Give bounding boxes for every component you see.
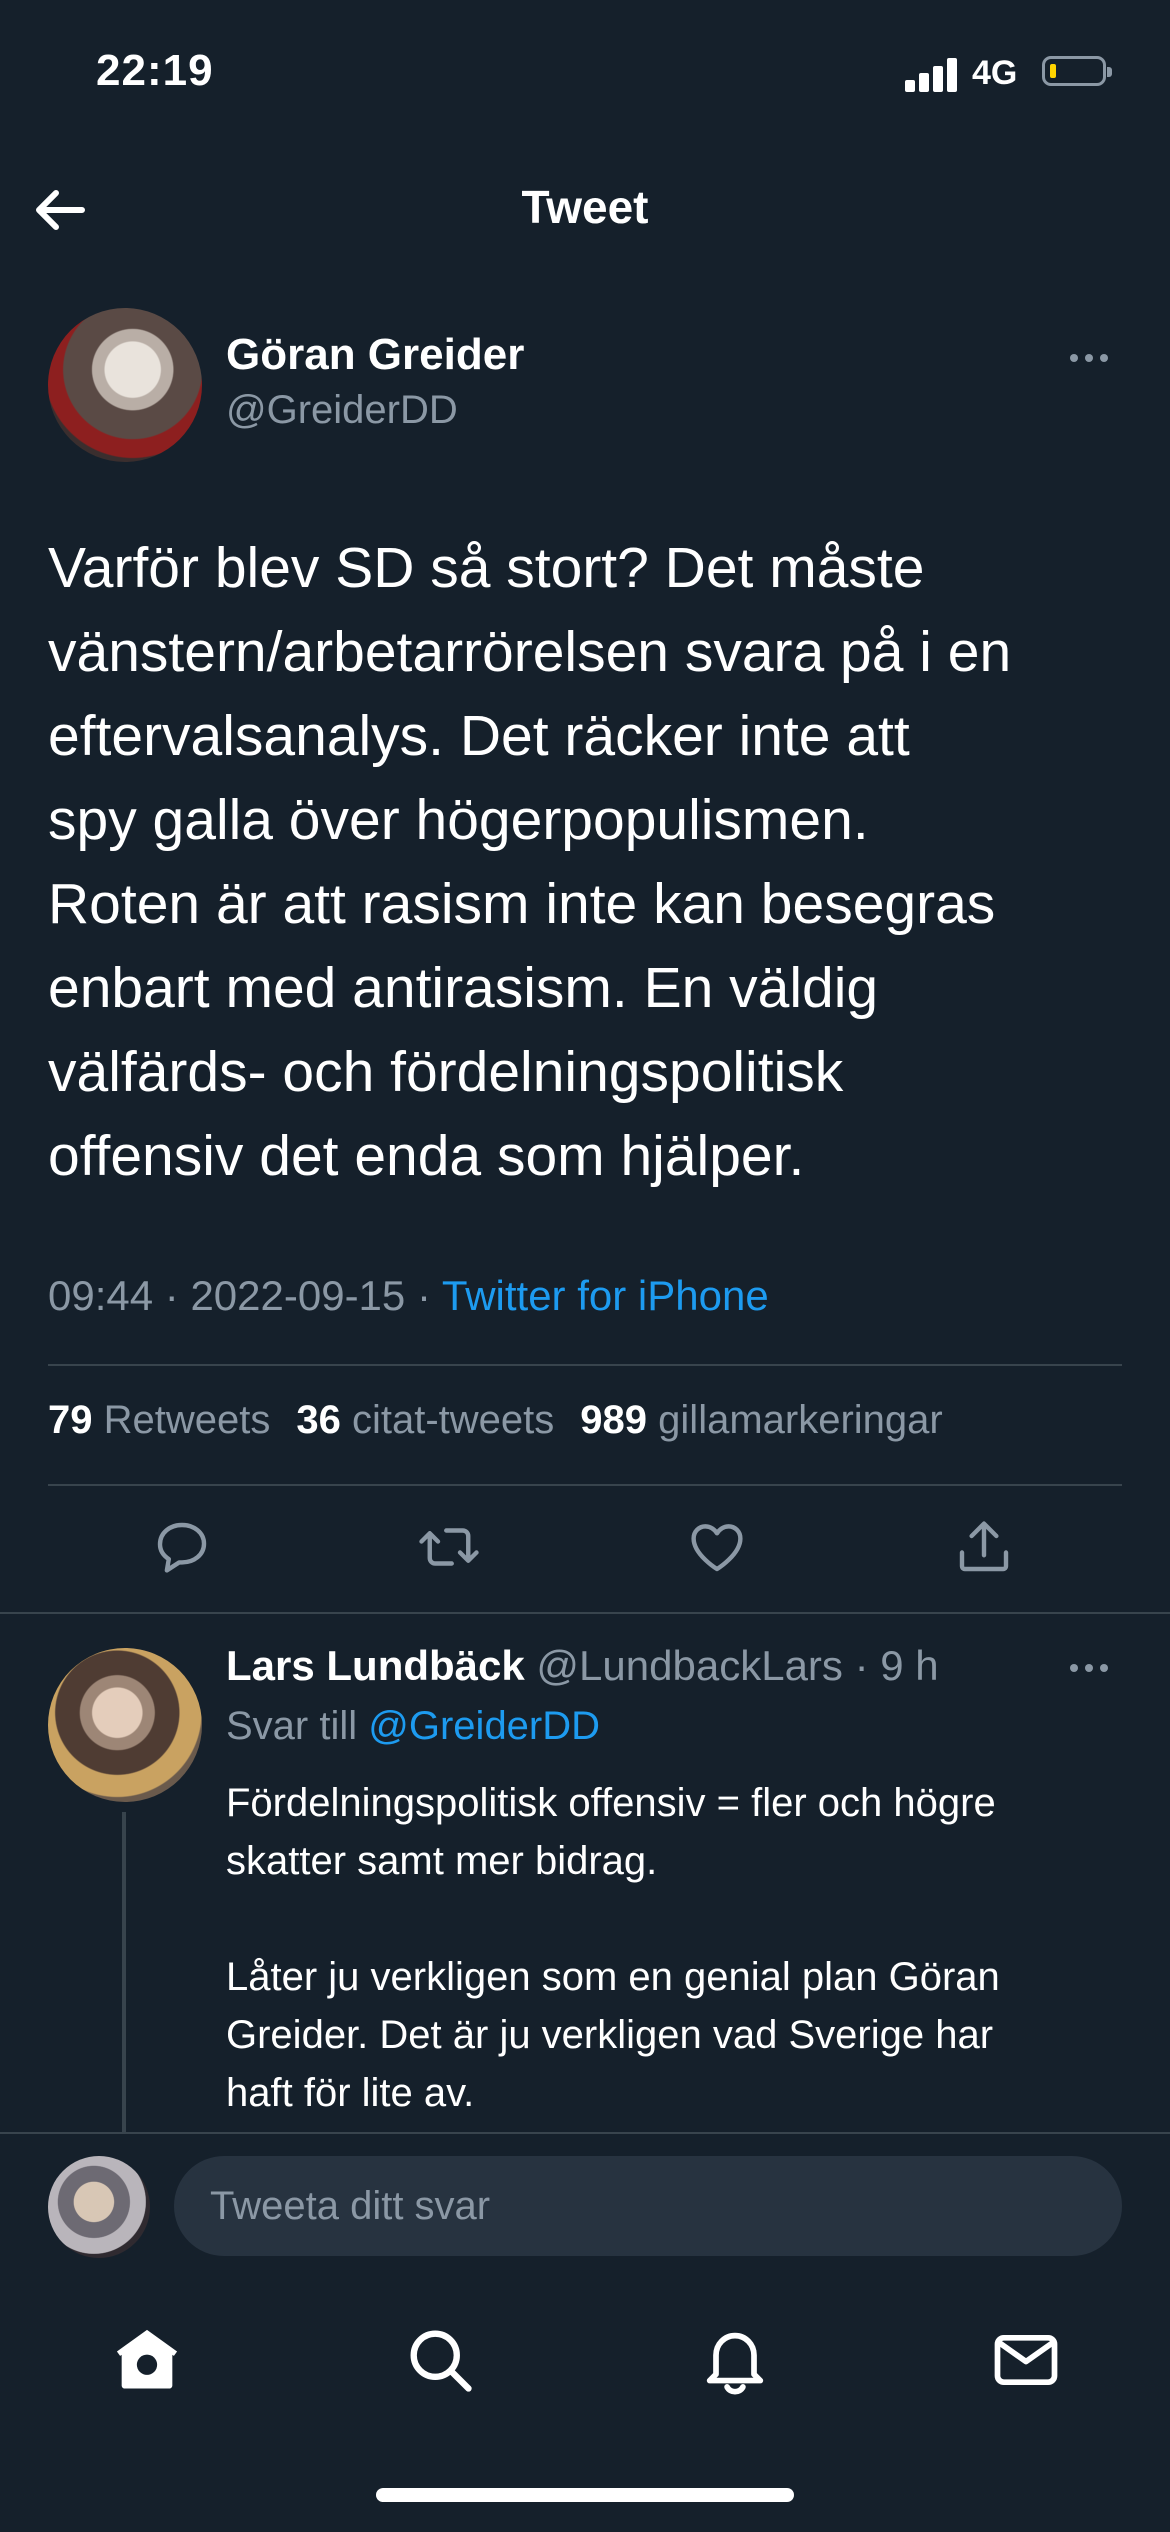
- reply-text: Fördelningspolitisk offensiv = fler och …: [226, 1781, 1000, 2115]
- quotes-stat[interactable]: 36 citat-tweets: [296, 1398, 554, 1442]
- reply-author-handle[interactable]: @LundbackLars: [536, 1642, 843, 1689]
- tweet-text: Varför blev SD så stort? Det måste vänst…: [48, 536, 1012, 1188]
- battery-icon: [1042, 56, 1112, 86]
- tweet-time: 09:44: [48, 1272, 154, 1319]
- home-icon: [116, 2329, 178, 2389]
- reply-input[interactable]: [174, 2156, 1122, 2256]
- tweet-more-button[interactable]: [1070, 338, 1120, 378]
- my-avatar[interactable]: [48, 2156, 150, 2258]
- more-icon: [1070, 1648, 1120, 1688]
- share-button[interactable]: [951, 1514, 1017, 1580]
- status-bar: 22:19 4G: [0, 0, 1170, 150]
- notifications-icon: [706, 2332, 764, 2395]
- reply-to-line: Svar till @GreiderDD: [226, 1704, 600, 1749]
- reply-to-mention[interactable]: @GreiderDD: [368, 1704, 600, 1748]
- author-name[interactable]: Göran Greider: [226, 330, 524, 380]
- reply-author-avatar[interactable]: [48, 1648, 202, 1802]
- network-type: 4G: [972, 54, 1018, 92]
- retweet-button[interactable]: [416, 1514, 482, 1580]
- home-indicator[interactable]: [376, 2488, 794, 2502]
- nav-header: Tweet: [0, 150, 1170, 265]
- reply-button[interactable]: [149, 1514, 215, 1580]
- status-time: 22:19: [96, 46, 214, 95]
- retweets-count: 79: [48, 1398, 93, 1442]
- tweet-date: 2022-09-15: [190, 1272, 406, 1319]
- tab-search[interactable]: [402, 2322, 478, 2398]
- page-title: Tweet: [521, 181, 649, 233]
- messages-icon: [994, 2334, 1058, 2386]
- retweets-label: Retweets: [103, 1398, 271, 1442]
- likes-label: gillamarkeringar: [658, 1398, 943, 1442]
- like-icon: [691, 1524, 743, 1572]
- likes-stat[interactable]: 989 gillamarkeringar: [580, 1398, 942, 1442]
- tweet-source-link[interactable]: Twitter for iPhone: [442, 1272, 769, 1319]
- tweet-meta: 09:44 · 2022-09-15 · Twitter for iPhone: [48, 1272, 769, 1319]
- reply-more-button[interactable]: [1070, 1648, 1120, 1688]
- author-avatar[interactable]: [48, 308, 202, 462]
- tweet-actions: [0, 1514, 1170, 1584]
- tweet-stats: 79 Retweets 36 citat-tweets 989 gillamarke…: [48, 1398, 943, 1443]
- likes-count: 989: [580, 1398, 648, 1442]
- compose-bar: [0, 2132, 1170, 2274]
- tab-messages[interactable]: [988, 2322, 1064, 2398]
- divider: [48, 1484, 1122, 1486]
- divider: [48, 1364, 1122, 1366]
- retweet-icon: [419, 1528, 479, 1566]
- divider: [0, 1612, 1170, 1614]
- reply-to-prefix: Svar till: [226, 1704, 358, 1748]
- quotes-count: 36: [296, 1398, 341, 1442]
- reply-header: Lars Lundbäck @LundbackLars · 9 h: [226, 1642, 939, 1689]
- reply-icon: [157, 1522, 207, 1573]
- tab-home[interactable]: [109, 2322, 185, 2398]
- thread-line: [122, 1812, 126, 2134]
- reply-age: 9 h: [880, 1642, 939, 1689]
- more-icon: [1070, 338, 1120, 378]
- quotes-label: citat-tweets: [352, 1398, 555, 1442]
- like-button[interactable]: [684, 1514, 750, 1580]
- tab-notifications[interactable]: [697, 2322, 773, 2398]
- signal-icon: [905, 58, 961, 92]
- retweets-stat[interactable]: 79 Retweets: [48, 1398, 270, 1442]
- share-icon: [959, 1521, 1009, 1572]
- reply-author-name[interactable]: Lars Lundbäck: [226, 1642, 525, 1689]
- author-handle[interactable]: @GreiderDD: [226, 388, 458, 433]
- search-icon: [410, 2330, 472, 2392]
